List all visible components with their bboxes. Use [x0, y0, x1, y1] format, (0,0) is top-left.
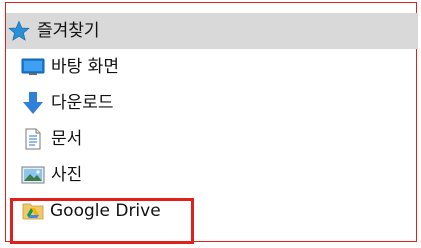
download-arrow-icon	[20, 85, 46, 121]
nav-item-label: 사진	[51, 165, 83, 185]
nav-item-label: 바탕 화면	[51, 57, 119, 77]
quick-access-list: 즐겨찾기 바탕 화면 다운로드 문서 사진 Google Drive	[6, 13, 418, 229]
desktop-icon	[20, 49, 46, 85]
document-icon	[20, 121, 46, 157]
google-drive-highlight-box	[10, 198, 194, 244]
explorer-navigation-pane: 즐겨찾기 바탕 화면 다운로드 문서 사진 Google Drive	[0, 0, 421, 248]
nav-item-label: 문서	[51, 129, 83, 149]
nav-item-desktop[interactable]: 바탕 화면	[6, 49, 418, 85]
pictures-icon	[20, 157, 46, 193]
nav-item-label: 다운로드	[51, 93, 114, 113]
nav-item-favorites[interactable]: 즐겨찾기	[6, 13, 418, 49]
nav-item-documents[interactable]: 문서	[6, 121, 418, 157]
nav-item-label: 즐겨찾기	[37, 21, 100, 41]
nav-item-downloads[interactable]: 다운로드	[6, 85, 418, 121]
nav-item-pictures[interactable]: 사진	[6, 157, 418, 193]
star-icon	[6, 13, 32, 49]
